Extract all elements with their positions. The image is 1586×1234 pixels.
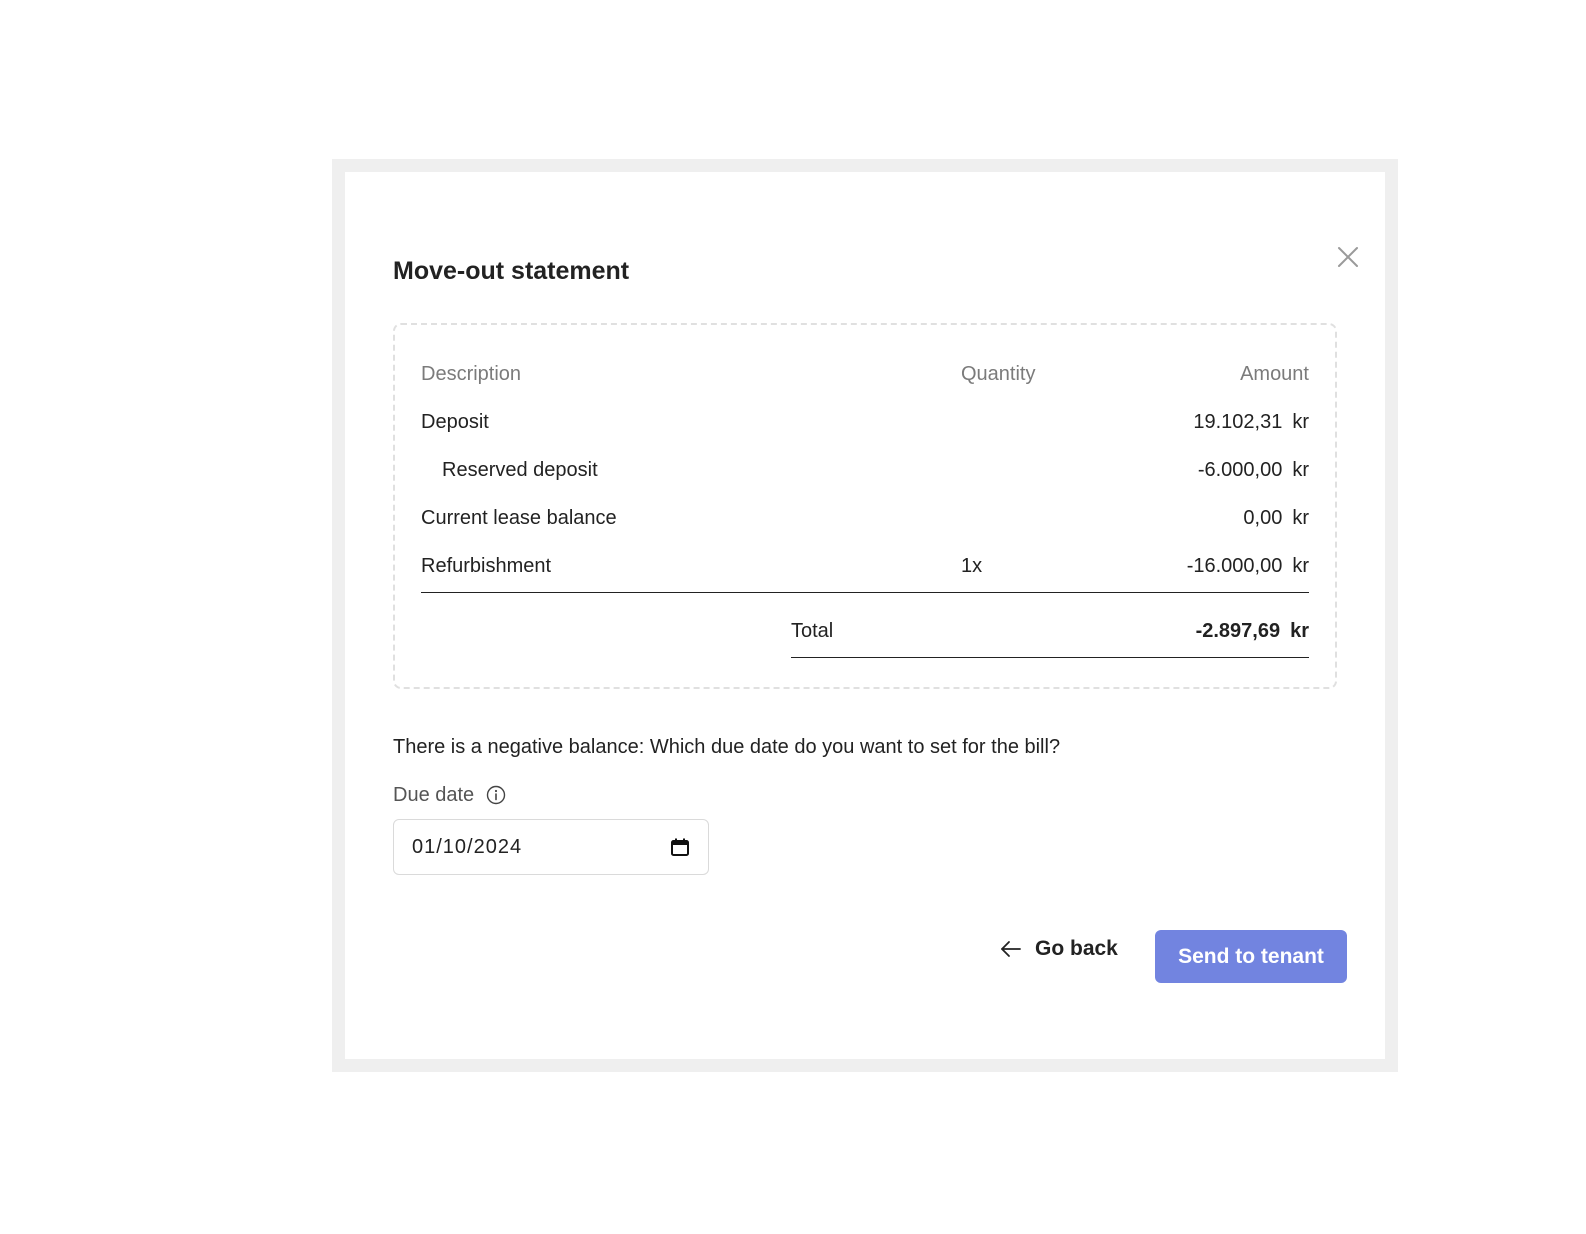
total-underline (791, 657, 1309, 658)
column-header-quantity: Quantity (961, 363, 1036, 385)
info-icon[interactable] (486, 785, 506, 805)
send-to-tenant-button[interactable]: Send to tenant (1155, 930, 1347, 983)
negative-balance-question: There is a negative balance: Which due d… (393, 736, 1061, 758)
dialog-title: Move-out statement (393, 257, 630, 285)
subtotal-divider (421, 592, 1309, 593)
due-date-value: 01/10/2024 (412, 835, 523, 858)
due-date-input[interactable]: 01/10/2024 (393, 819, 709, 875)
column-header-description: Description (421, 363, 522, 385)
total-amount: -2.897,69 kr (1195, 620, 1309, 642)
row-amount: 19.102,31 kr (1193, 411, 1309, 433)
go-back-label: Go back (1035, 937, 1118, 960)
move-out-statement-dialog: Move-out statement Description Quantity … (345, 172, 1385, 1059)
row-description: Deposit (421, 411, 489, 433)
close-icon (1338, 247, 1358, 267)
column-header-amount: Amount (1240, 363, 1309, 385)
row-description: Current lease balance (421, 507, 617, 529)
statement-table: Description Quantity Amount Deposit 19.1… (393, 323, 1337, 689)
row-amount: -6.000,00 kr (1197, 459, 1309, 481)
row-amount: -16.000,00 kr (1186, 555, 1309, 577)
row-amount: 0,00 kr (1243, 507, 1309, 529)
modal-backdrop-frame: Move-out statement Description Quantity … (332, 159, 1398, 1072)
calendar-icon[interactable] (670, 837, 690, 857)
arrow-left-icon (1001, 941, 1021, 957)
row-description: Refurbishment (421, 555, 552, 577)
row-description: Reserved deposit (442, 459, 598, 481)
go-back-button[interactable]: Go back (999, 929, 1118, 969)
due-date-label-row: Due date (393, 782, 506, 808)
due-date-label: Due date (393, 784, 475, 806)
total-label: Total (791, 620, 834, 642)
row-quantity: 1x (961, 555, 983, 577)
close-button[interactable] (1335, 244, 1361, 270)
